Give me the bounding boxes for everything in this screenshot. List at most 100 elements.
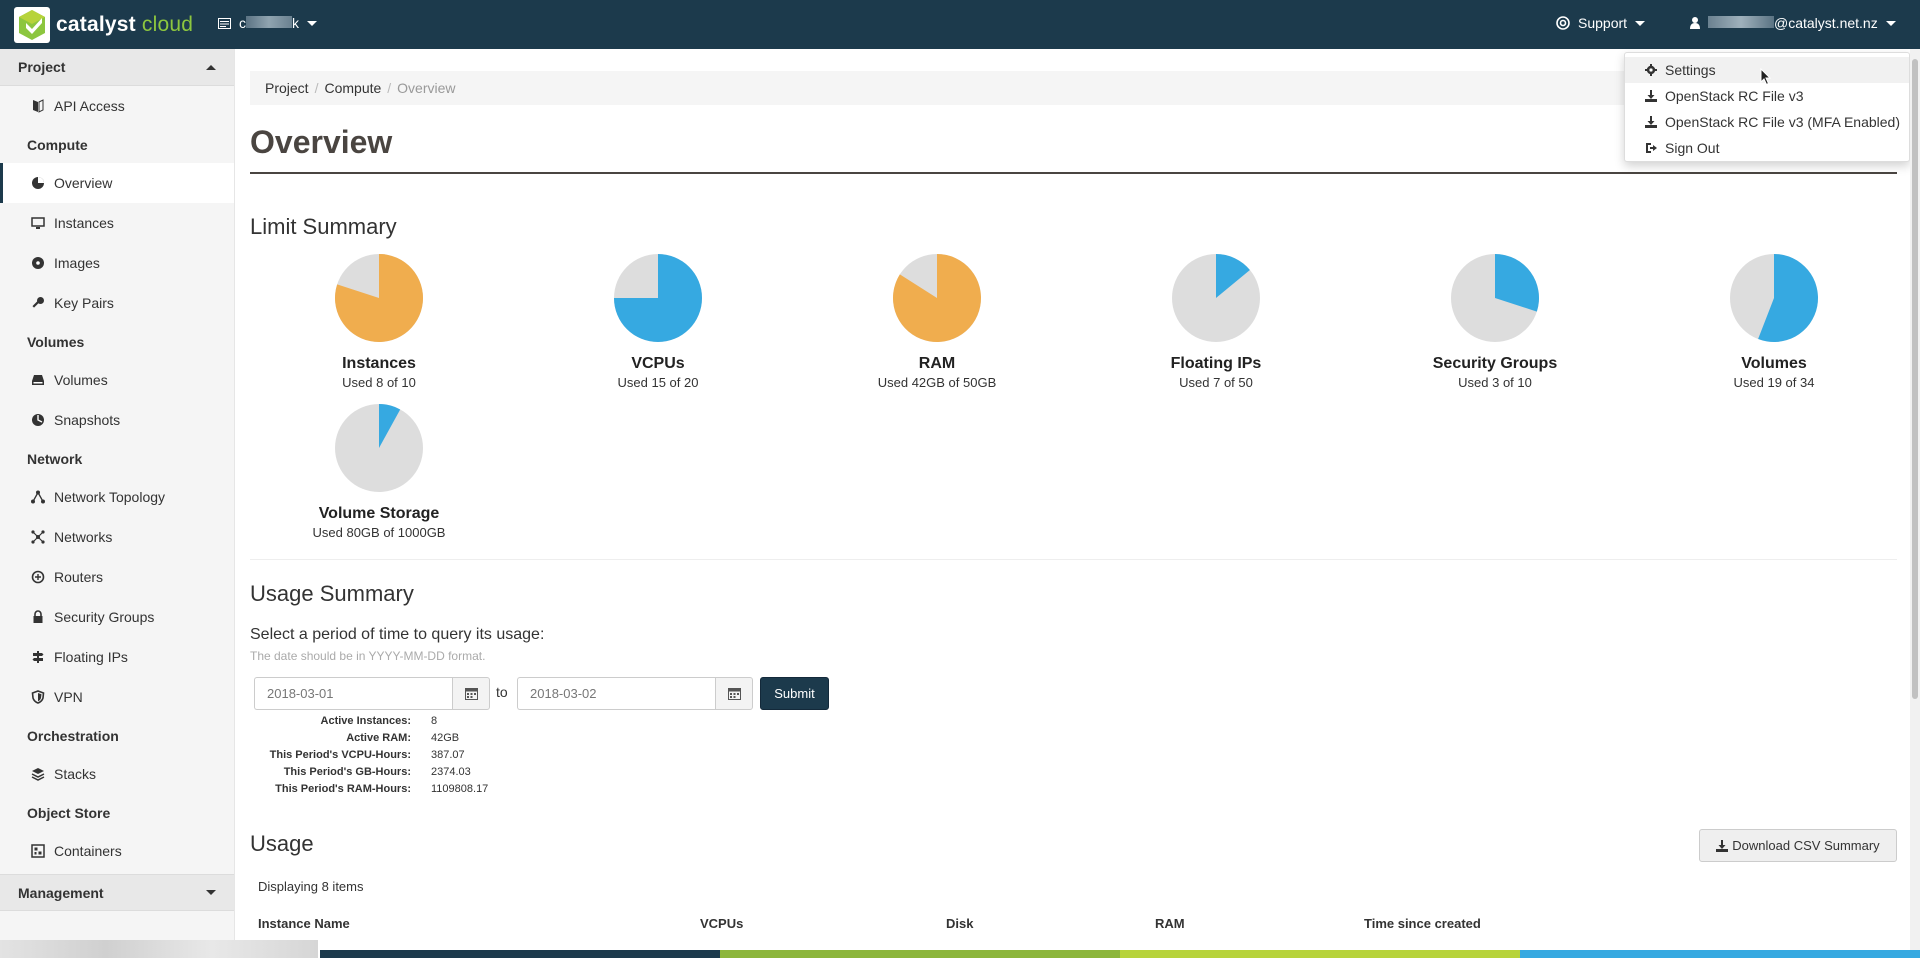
pie-chart [1451,254,1539,342]
sidebar-item-label: API Access [54,98,125,114]
support-menu[interactable]: Support [1556,15,1646,31]
disc-icon [30,255,46,271]
sidebar-item-stacks[interactable]: Stacks [0,754,234,794]
breadcrumb-project[interactable]: Project [265,80,309,96]
status-bar [0,940,318,958]
chevron-down-icon [1885,20,1896,26]
submit-button[interactable]: Submit [760,677,829,710]
sidebar-item-overview[interactable]: Overview [0,163,234,203]
chevron-down-icon [307,20,317,26]
sidebar-item-networks[interactable]: Networks [0,517,234,557]
limit-name: Floating IPs [1170,355,1262,372]
breadcrumb-separator: / [314,80,319,96]
main-content: Project / Compute / Overview Overview Li… [250,49,1897,958]
sidebar-item-instances[interactable]: Instances [0,203,234,243]
item-count: Displaying 8 items [258,879,364,894]
breadcrumb-separator: / [387,80,392,96]
stripe-segment [1520,950,1920,958]
hdd-icon [30,372,46,388]
sidebar-item-vpn[interactable]: VPN [0,677,234,717]
sidebar-section-project[interactable]: Project [0,49,234,86]
sidebar-item-label: VPN [54,689,83,705]
date-help-text: The date should be in YYYY-MM-DD format. [250,649,486,663]
mouse-cursor-icon [1760,68,1772,86]
download-icon [1645,90,1657,102]
download-csv-label: Download CSV Summary [1732,838,1880,853]
monitor-icon [30,215,46,231]
sidebar-item-routers[interactable]: Routers [0,557,234,597]
signpost-icon [30,649,46,665]
catalyst-logo-icon [14,7,50,43]
chevron-down-icon [206,890,216,895]
column-header-instance-name[interactable]: Instance Name [258,916,350,931]
end-date-input[interactable]: 2018-03-02 [517,677,715,710]
menu-item-label: Settings [1665,62,1716,78]
usage-heading: Usage [250,831,314,856]
project-switcher[interactable]: ck [218,15,317,31]
page-scrollbar[interactable] [1910,49,1920,958]
limit-usage-text: Used 19 of 34 [1733,375,1815,390]
key-icon [30,295,46,311]
sidebar-item-snapshots[interactable]: Snapshots [0,400,234,440]
sidebar-item-images[interactable]: Images [0,243,234,283]
download-icon [1645,116,1657,128]
sidebar-item-network-topology[interactable]: Network Topology [0,477,234,517]
scrollbar-thumb[interactable] [1912,59,1918,699]
menu-item-rc-file-v3-mfa[interactable]: OpenStack RC File v3 (MFA Enabled) [1625,109,1909,135]
pie-chart [614,254,702,342]
sidebar-group-network: Network [27,450,83,467]
column-header-vcpus[interactable]: VCPUs [700,916,743,931]
limit-pie-volume-storage: Volume Storage Used 80GB of 1000GB [279,402,479,540]
sidebar-item-containers[interactable]: Containers [0,831,234,871]
stat-row: This Period's GB-Hours: 2374.03 [283,766,471,778]
limit-usage-text: Used 3 of 10 [1458,375,1532,390]
sidebar-item-security-groups[interactable]: Security Groups [0,597,234,637]
pie-chart [335,254,423,342]
start-date-picker-button[interactable] [452,677,490,710]
limit-name: Volumes [1741,355,1807,372]
footer-color-stripe [320,950,1920,958]
column-header-time-since-created[interactable]: Time since created [1364,916,1481,931]
column-header-ram[interactable]: RAM [1155,916,1185,931]
pie-chart [1730,254,1818,342]
sidebar-item-label: Volumes [54,372,108,388]
shield-icon [30,689,46,705]
breadcrumb-compute[interactable]: Compute [324,80,381,96]
sidebar-group-compute: Compute [27,136,88,153]
limit-pie-security-groups: Security Groups Used 3 of 10 [1395,252,1595,390]
sidebar-item-floating-ips[interactable]: Floating IPs [0,637,234,677]
network-icon [30,529,46,545]
gear-icon [1645,64,1657,76]
limit-usage-text: Used 8 of 10 [342,375,416,390]
sidebar-item-label: Network Topology [54,489,166,505]
menu-item-sign-out[interactable]: Sign Out [1625,135,1909,161]
sidebar-section-label: Project [18,59,66,75]
stat-row: Active RAM: 42GB [346,732,460,744]
sidebar-item-volumes[interactable]: Volumes [0,360,234,400]
brand-logo-link[interactable]: catalyst cloud [14,7,193,43]
sidebar-section-management[interactable]: Management [0,874,234,911]
book-icon [30,98,46,114]
calendar-icon [464,688,478,700]
menu-item-label: OpenStack RC File v3 [1665,88,1804,104]
limit-name: VCPUs [631,355,685,372]
sidebar-item-label: Instances [54,215,114,231]
download-csv-button[interactable]: Download CSV Summary [1699,829,1897,862]
limit-usage-text: Used 15 of 20 [617,375,699,390]
sidebar-section-label: Management [18,884,104,901]
sidebar-item-label: Routers [54,569,104,585]
sidebar-item-label: Containers [54,843,122,859]
user-menu[interactable]: @catalyst.net.nz [1690,15,1896,31]
stripe-segment [320,950,720,958]
title-divider [250,172,1897,174]
sidebar-item-api-access[interactable]: API Access [0,86,234,126]
start-date-input[interactable]: 2018-03-01 [254,677,452,710]
top-navbar: catalyst cloud ck Support @catalyst.net.… [0,0,1920,49]
column-header-disk[interactable]: Disk [946,916,973,931]
end-date-picker-button[interactable] [715,677,753,710]
sidebar-item-label: Overview [54,175,113,191]
breadcrumb-current: Overview [397,80,456,96]
sidebar-item-key-pairs[interactable]: Key Pairs [0,283,234,323]
menu-item-rc-file-v3[interactable]: OpenStack RC File v3 [1625,83,1909,109]
project-name: ck [239,15,299,31]
